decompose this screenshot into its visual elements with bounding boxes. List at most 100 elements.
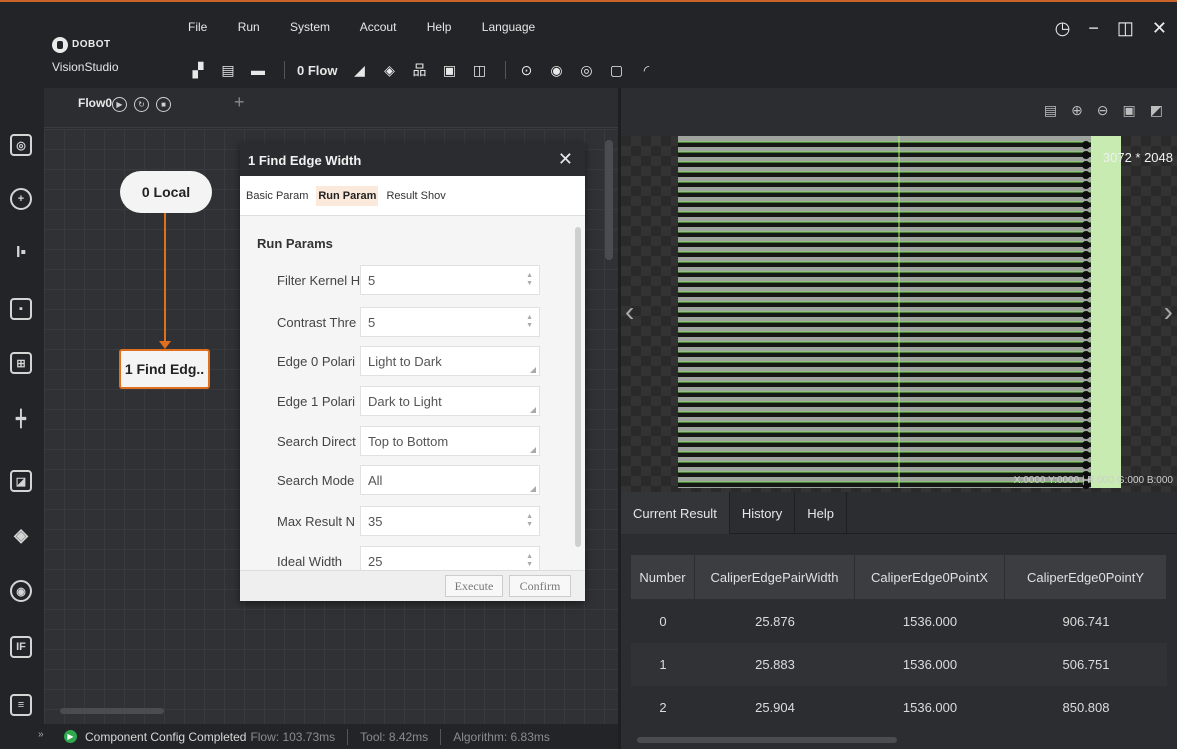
table-row[interactable]: 0 25.876 1536.000 906.741 (631, 600, 1167, 643)
result-image (678, 136, 1121, 489)
form-icon[interactable]: ▢ (604, 59, 628, 81)
run-loop-icon[interactable]: ↻ (134, 97, 149, 112)
run-loop-icon[interactable]: ◉ (544, 59, 568, 81)
column-header[interactable]: CaliperEdge0PointY (1005, 555, 1167, 599)
edge1-polarity-select[interactable]: Dark to Light (360, 386, 540, 416)
table-row[interactable]: 2 25.904 1536.000 850.808 (631, 686, 1167, 729)
app-logo: DOBOT VisionStudio (52, 36, 142, 74)
calibration-icon[interactable]: ┿ (10, 408, 32, 430)
communication-icon[interactable]: ≡ (10, 694, 32, 716)
table-horizontal-scrollbar[interactable] (637, 737, 897, 743)
tab-help[interactable]: Help (795, 492, 848, 534)
menu-bar: File Run System Accout Help Language (188, 20, 562, 34)
tab-history[interactable]: History (730, 492, 796, 534)
tab-current-result[interactable]: Current Result (621, 492, 730, 534)
spinner-icon[interactable]: ▲ ▼ (526, 513, 533, 529)
variable-icon[interactable]: ▣ (437, 59, 461, 81)
fit-icon[interactable]: ▤ (1044, 102, 1057, 119)
edge-stripe (678, 322, 1091, 327)
actual-size-icon[interactable]: ▣ (1123, 102, 1136, 119)
defect-icon[interactable]: ◉ (10, 580, 32, 602)
stop-icon[interactable]: ■ (156, 97, 171, 112)
edge-stripe (678, 142, 1091, 147)
search-mode-select[interactable]: All (360, 465, 540, 495)
execute-button[interactable]: Execute (445, 575, 503, 597)
menu-run[interactable]: Run (238, 20, 260, 34)
tab-result-show[interactable]: Result Shov (386, 190, 445, 202)
canvas-vertical-scrollbar[interactable] (605, 140, 613, 260)
logic-if-icon[interactable]: IF (10, 636, 32, 658)
minimize-icon[interactable]: − (1088, 18, 1099, 39)
node-find-edge-width[interactable]: 1 Find Edg.. (119, 349, 210, 389)
search-direction-select[interactable]: Top to Bottom (360, 426, 540, 456)
next-image-icon[interactable]: › (1164, 296, 1173, 328)
zoom-out-icon[interactable]: ⊖ (1097, 102, 1109, 119)
contrast-threshold-input[interactable]: 5 ▲ ▼ (360, 307, 540, 337)
tab-run-param[interactable]: Run Param (316, 185, 379, 206)
menu-file[interactable]: File (188, 20, 207, 34)
fullscreen-icon[interactable]: ◩ (1150, 102, 1163, 119)
edge-stripe (678, 292, 1091, 297)
flow-selector[interactable]: 0 Flow (297, 63, 337, 78)
image-viewer[interactable]: ‹ › 3072 * 2048 X:0000 Y:0000 | R:000 G:… (621, 136, 1177, 492)
expand-icon[interactable]: » (38, 729, 44, 740)
stop-icon[interactable]: ◎ (574, 59, 598, 81)
table-row[interactable]: 1 25.883 1536.000 506.751 (631, 643, 1167, 686)
filter-kernel-input[interactable]: 5 ▲ ▼ (360, 265, 540, 295)
param-label: Search Direct (277, 434, 356, 449)
spinner-icon[interactable]: ▲ ▼ (526, 553, 533, 569)
clock-icon[interactable]: ◷ (1055, 18, 1071, 39)
run-once-icon[interactable]: ▶ (112, 97, 127, 112)
menu-system[interactable]: System (290, 20, 330, 34)
close-icon[interactable]: ✕ (1152, 18, 1167, 39)
restore-icon[interactable]: ◫ (1117, 18, 1134, 39)
add-flow-icon[interactable]: + (234, 92, 245, 113)
zoom-in-icon[interactable]: ⊕ (1071, 102, 1083, 119)
max-result-input[interactable]: 35 ▲ ▼ (360, 506, 540, 536)
menu-help[interactable]: Help (427, 20, 452, 34)
hierarchy-icon[interactable]: 品 (407, 59, 431, 81)
prev-image-icon[interactable]: ‹ (625, 296, 634, 328)
dialog-header: 1 Find Edge Width ✕ (240, 143, 585, 176)
node-local[interactable]: 0 Local (120, 171, 212, 213)
canvas-horizontal-scrollbar[interactable] (60, 708, 164, 714)
table-cell: 506.751 (1062, 657, 1110, 672)
locate-icon[interactable]: + (10, 188, 32, 210)
recognition-icon[interactable]: ▪ (10, 298, 32, 320)
camera-icon[interactable]: ◎ (10, 134, 32, 156)
spinner-icon[interactable]: ▲ ▼ (526, 272, 533, 288)
barcode-icon[interactable]: ⊞ (10, 352, 32, 374)
column-header[interactable]: Number (631, 555, 695, 599)
caliper-point (1082, 181, 1090, 189)
run-once-icon[interactable]: ⊙ (514, 59, 538, 81)
section-title: Run Params (257, 236, 333, 251)
spinner-icon[interactable]: ▲ ▼ (526, 314, 533, 330)
new-solution-icon[interactable]: ▞ (186, 59, 210, 81)
caliper-point (1082, 321, 1090, 329)
image-process-icon[interactable]: ◪ (10, 470, 32, 492)
layers-icon[interactable]: ◈ (377, 59, 401, 81)
edge-stripe (678, 242, 1091, 247)
result-table: Number CaliperEdgePairWidth CaliperEdge0… (621, 534, 1177, 749)
measure-icon[interactable]: I▪ (10, 242, 32, 264)
image-tools: ▤ ⊕ ⊖ ▣ ◩ (1044, 102, 1163, 119)
close-icon[interactable]: ✕ (558, 149, 573, 170)
ideal-width-input[interactable]: 25 ▲ ▼ (360, 546, 540, 570)
dialog-scrollbar[interactable] (575, 227, 581, 547)
menu-language[interactable]: Language (482, 20, 535, 34)
param-row: Filter Kernel H 5 ▲ ▼ (277, 265, 542, 297)
column-header[interactable]: CaliperEdgePairWidth (695, 555, 855, 599)
column-header[interactable]: CaliperEdge0PointX (855, 555, 1005, 599)
robot-arm-icon[interactable]: ◜ (634, 59, 658, 81)
color-icon[interactable]: ◈ (10, 524, 32, 546)
menu-account[interactable]: Accout (360, 20, 397, 34)
tab-flow0[interactable]: Flow0 (78, 96, 112, 110)
save-icon[interactable]: ▤ (216, 59, 240, 81)
dropdown-arrow-icon[interactable]: ◢ (347, 59, 371, 81)
device-icon[interactable]: ◫ (467, 59, 491, 81)
confirm-button[interactable]: Confirm (509, 575, 571, 597)
open-folder-icon[interactable]: ▬ (246, 59, 270, 81)
edge0-polarity-select[interactable]: Light to Dark (360, 346, 540, 376)
tab-basic-param[interactable]: Basic Param (246, 190, 308, 202)
edge-stripe (678, 192, 1091, 197)
